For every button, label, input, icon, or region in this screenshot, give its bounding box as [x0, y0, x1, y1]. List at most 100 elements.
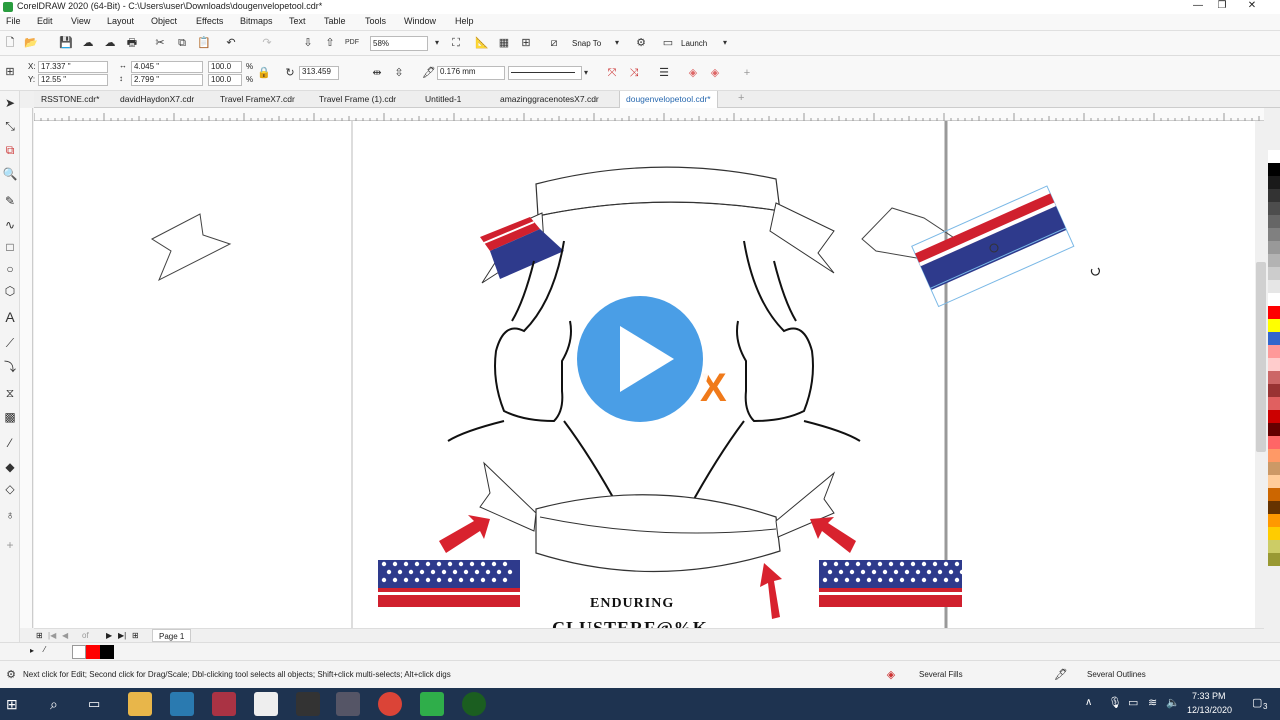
maximize-button[interactable]: ❐ — [1210, 0, 1234, 14]
palette-swatch[interactable] — [1268, 475, 1280, 488]
y-position-field[interactable]: 12.55 " — [38, 74, 108, 86]
combine-icon[interactable]: ⤨ — [625, 64, 643, 82]
x-position-field[interactable]: 17.337 " — [38, 61, 108, 73]
full-screen-icon[interactable]: ⛶ — [447, 34, 465, 52]
vertical-scrollbar-thumb[interactable] — [1256, 262, 1266, 452]
tab-dougenvelopetool-active[interactable]: dougenvelopetool.cdr* — [619, 91, 718, 108]
polygon-tool-icon[interactable]: ⬡ — [2, 283, 18, 299]
launch-chevron-icon[interactable]: ▾ — [716, 34, 734, 52]
horizontal-ruler[interactable] — [33, 108, 1264, 121]
scale-height-field[interactable]: 100.0 — [208, 74, 242, 86]
menu-effects[interactable]: Effects — [196, 16, 223, 26]
clock-date[interactable]: 12/13/2020 — [1187, 705, 1232, 715]
mirror-vertical-icon[interactable]: ⇳ — [390, 64, 408, 82]
mirror-horizontal-icon[interactable]: ⇹ — [368, 64, 386, 82]
palette-swatch[interactable] — [1268, 163, 1280, 176]
parallel-dimension-icon[interactable]: ⟋ — [2, 335, 18, 351]
app-icon-dark[interactable] — [296, 692, 320, 716]
prev-page-icon[interactable]: ◀ — [62, 631, 68, 640]
clock-time[interactable]: 7:33 PM — [1192, 691, 1226, 701]
palette-swatch[interactable] — [1268, 397, 1280, 410]
status-gear-icon[interactable]: ⚙ — [2, 666, 20, 684]
menu-table[interactable]: Table — [324, 16, 346, 26]
launch-label[interactable]: Launch — [681, 39, 707, 48]
tab-amazing-grace[interactable]: amazinggracenotesX7.cdr — [500, 94, 599, 104]
add-page-end-icon[interactable]: ⊞ — [132, 631, 139, 640]
palette-swatch[interactable] — [1268, 384, 1280, 397]
last-page-icon[interactable]: ▶| — [118, 631, 126, 640]
swatch-black[interactable] — [100, 645, 114, 659]
palette-swatch[interactable] — [1268, 267, 1280, 280]
file-explorer-icon[interactable] — [128, 692, 152, 716]
palette-swatch[interactable] — [1268, 540, 1280, 553]
menu-tools[interactable]: Tools — [365, 16, 386, 26]
crop-tool-icon[interactable]: ⧉ — [2, 142, 18, 158]
network-icon[interactable]: ▭ — [1128, 696, 1138, 709]
save-icon[interactable]: 💾 — [57, 34, 75, 52]
corel-photopaint-icon[interactable] — [212, 692, 236, 716]
wifi-icon[interactable]: ≋ — [1148, 696, 1157, 709]
palette-swatch[interactable] — [1268, 345, 1280, 358]
grid-icon[interactable]: ▦ — [495, 34, 513, 52]
smart-fill-icon[interactable]: ◇ — [2, 481, 18, 497]
palette-swatch[interactable] — [1268, 371, 1280, 384]
swatch-none[interactable] — [72, 645, 86, 659]
palette-swatch[interactable] — [1268, 280, 1280, 293]
microphone-icon[interactable]: 🎙 — [1108, 696, 1122, 709]
publish-pdf-icon[interactable]: PDF — [343, 34, 361, 52]
outline-pen-tool-icon[interactable]: ♁ — [2, 507, 18, 523]
print-icon[interactable]: 🖶 — [123, 34, 141, 52]
outline-width-field[interactable]: 0.176 mm — [437, 66, 505, 80]
app-icon-white[interactable] — [254, 692, 278, 716]
scale-width-field[interactable]: 100.0 — [208, 61, 242, 73]
next-page-icon[interactable]: ▶ — [106, 631, 112, 640]
palette-swatch[interactable] — [1268, 462, 1280, 475]
paste-icon[interactable]: 📋 — [195, 34, 213, 52]
cloud-upload-icon[interactable]: ☁ — [101, 34, 119, 52]
palette-swatch[interactable] — [1268, 410, 1280, 423]
palette-swatch[interactable] — [1268, 241, 1280, 254]
menu-view[interactable]: View — [71, 16, 90, 26]
copy-icon[interactable]: ⧉ — [173, 34, 191, 52]
app-icon-green[interactable] — [420, 692, 444, 716]
palette-swatch[interactable] — [1268, 215, 1280, 228]
line-style-select[interactable] — [508, 66, 582, 80]
height-field[interactable]: 2.799 " — [131, 74, 203, 86]
task-view-icon[interactable]: ▭ — [88, 696, 100, 712]
app-icon-gray[interactable] — [336, 692, 360, 716]
search-icon[interactable]: ⌕ — [50, 696, 58, 713]
vertical-ruler[interactable] — [20, 108, 33, 628]
tab-davidhaydon[interactable]: davidHaydonX7.cdr — [120, 94, 194, 104]
palette-swatch[interactable] — [1268, 527, 1280, 540]
text-wrap-icon[interactable]: ☰ — [655, 64, 673, 82]
snap-icon[interactable]: ⧄ — [545, 34, 563, 52]
notifications-icon[interactable]: ▢ — [1252, 696, 1262, 709]
new-document-icon[interactable]: 🗋 — [1, 34, 19, 52]
zoom-dropdown-chevron-icon[interactable]: ▾ — [428, 34, 446, 52]
palette-swatch[interactable] — [1268, 358, 1280, 371]
shape-tool-icon[interactable]: ⤡ — [2, 118, 18, 134]
artistic-media-icon[interactable]: ∿ — [2, 217, 18, 233]
break-apart-icon[interactable]: ⤧ — [603, 64, 621, 82]
tab-untitled-1[interactable]: Untitled-1 — [425, 94, 461, 104]
object-origin-icon[interactable]: ⊞ — [1, 63, 19, 81]
fill-icon[interactable]: ◈ — [882, 666, 900, 684]
palette-swatch[interactable] — [1268, 488, 1280, 501]
rulers-icon[interactable]: 📐 — [473, 34, 491, 52]
text-tool-icon[interactable]: A — [2, 309, 18, 325]
outline-status-icon[interactable]: 🖋 — [1052, 666, 1070, 684]
rectangle-tool-icon[interactable]: □ — [2, 239, 18, 255]
page-tab-1[interactable]: Page 1 — [152, 629, 192, 642]
palette-swatch[interactable] — [1268, 202, 1280, 215]
tab-travel-frame-1[interactable]: Travel Frame (1).cdr — [319, 94, 396, 104]
palette-swatch[interactable] — [1268, 423, 1280, 436]
palette-swatch[interactable] — [1268, 150, 1280, 163]
line-style-chevron-icon[interactable]: ▾ — [577, 64, 595, 82]
snap-to-chevron-icon[interactable]: ▾ — [608, 34, 626, 52]
transparency-tool-icon[interactable]: ▩ — [2, 409, 18, 425]
to-back-icon[interactable]: ◈ — [706, 64, 724, 82]
palette-swatch[interactable] — [1268, 332, 1280, 345]
menu-window[interactable]: Window — [404, 16, 436, 26]
add-toolbar-icon[interactable]: + — [738, 64, 756, 82]
tray-chevron-icon[interactable]: ∧ — [1085, 697, 1092, 708]
